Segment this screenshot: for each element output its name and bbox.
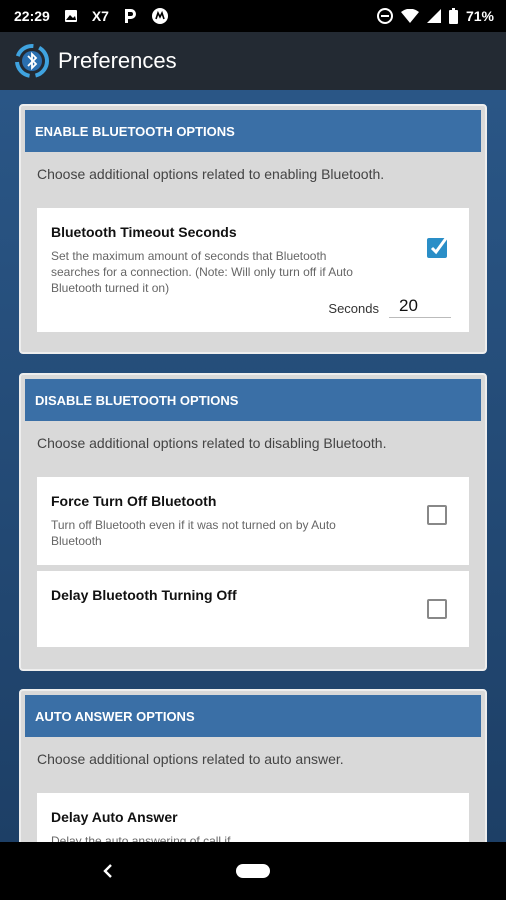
section-description: Choose additional options related to dis… — [37, 435, 387, 451]
delay-auto-answer-setting[interactable]: Delay Auto Answer Delay the auto answeri… — [37, 793, 469, 842]
battery-percent: 71% — [465, 8, 494, 24]
bluetooth-timeout-setting[interactable]: Bluetooth Timeout Seconds Set the maximu… — [37, 208, 469, 332]
force-turn-off-setting[interactable]: Force Turn Off Bluetooth Turn off Blueto… — [37, 477, 469, 565]
battery-icon — [448, 8, 458, 24]
preferences-content[interactable]: ENABLE BLUETOOTH OPTIONS Choose addition… — [0, 90, 506, 842]
parking-notification-icon — [123, 8, 137, 24]
navigation-bar — [0, 842, 506, 900]
delay-turning-off-checkbox[interactable] — [427, 599, 447, 619]
status-time: 22:29 — [14, 8, 50, 24]
bluetooth-timeout-checkbox[interactable] — [427, 236, 449, 258]
setting-description: Turn off Bluetooth even if it was not tu… — [51, 518, 336, 548]
app-notification-icon — [151, 7, 169, 25]
setting-description: Delay the auto answering of call if... — [51, 834, 241, 842]
back-icon[interactable] — [102, 862, 114, 885]
cell-signal-icon — [426, 9, 441, 23]
enable-bluetooth-section: ENABLE BLUETOOTH OPTIONS Choose addition… — [19, 104, 487, 354]
setting-title: Bluetooth Timeout Seconds — [51, 224, 237, 240]
seconds-row: Seconds — [328, 294, 451, 318]
carrier-badge: X7 — [91, 8, 109, 24]
app-bar: Preferences — [0, 32, 506, 90]
auto-answer-section: AUTO ANSWER OPTIONS Choose additional op… — [19, 689, 487, 842]
setting-description: Set the maximum amount of seconds that B… — [51, 249, 353, 295]
section-description: Choose additional options related to ena… — [37, 166, 385, 182]
seconds-label: Seconds — [328, 301, 379, 316]
status-bar: 22:29 X7 71% — [0, 0, 506, 32]
section-header: DISABLE BLUETOOTH OPTIONS — [25, 379, 481, 421]
setting-title: Force Turn Off Bluetooth — [51, 493, 217, 509]
section-description: Choose additional options related to aut… — [37, 751, 344, 767]
do-not-disturb-icon — [376, 8, 393, 24]
section-header: AUTO ANSWER OPTIONS — [25, 695, 481, 737]
bluetooth-app-logo-icon — [14, 43, 50, 79]
home-button[interactable] — [236, 864, 270, 878]
page-title: Preferences — [58, 48, 177, 73]
image-notification-icon — [64, 9, 78, 23]
seconds-input[interactable] — [389, 294, 451, 318]
delay-turning-off-setting[interactable]: Delay Bluetooth Turning Off — [37, 571, 469, 647]
setting-title: Delay Auto Answer — [51, 809, 178, 825]
section-header: ENABLE BLUETOOTH OPTIONS — [25, 110, 481, 152]
force-turn-off-checkbox[interactable] — [427, 505, 447, 525]
disable-bluetooth-section: DISABLE BLUETOOTH OPTIONS Choose additio… — [19, 373, 487, 671]
wifi-icon — [400, 9, 419, 23]
setting-title: Delay Bluetooth Turning Off — [51, 587, 237, 603]
